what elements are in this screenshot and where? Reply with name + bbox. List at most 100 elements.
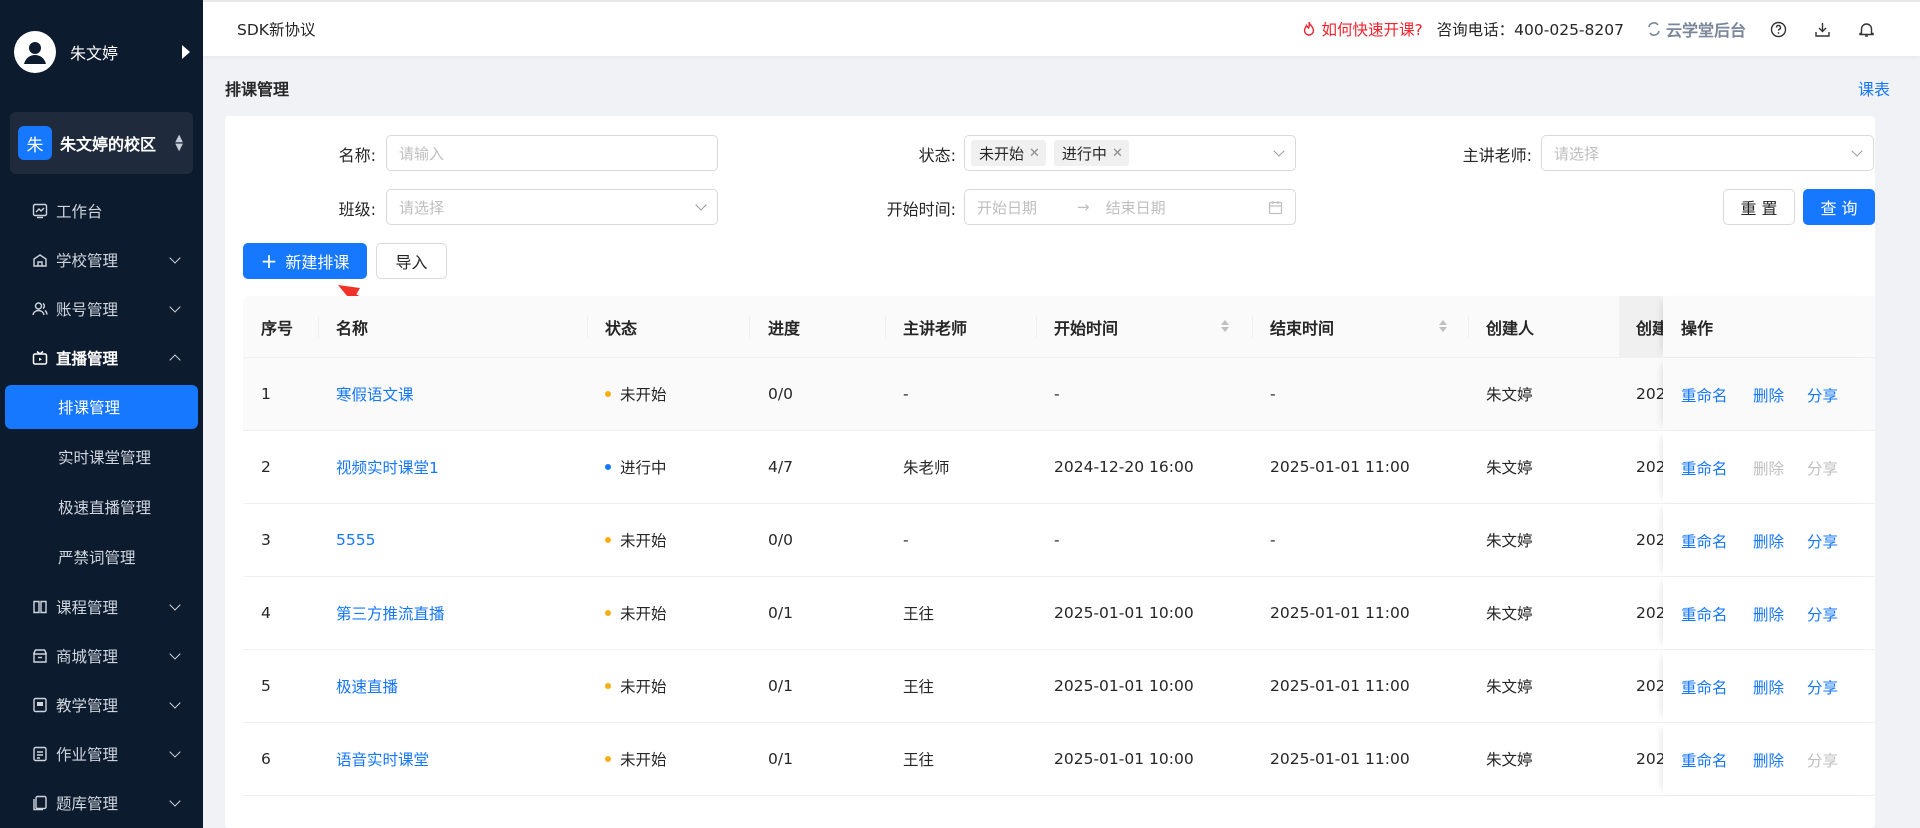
name-input[interactable]: 请输入 <box>386 135 718 171</box>
row-teacher: 朱老师 <box>903 459 950 477</box>
close-icon[interactable]: ✕ <box>1112 146 1123 161</box>
rename-button[interactable]: 重命名 <box>1681 603 1728 625</box>
share-button[interactable]: 分享 <box>1807 457 1838 479</box>
row-creator: 朱文婷 <box>1486 605 1533 623</box>
row-name-link[interactable]: 寒假语文课 <box>336 383 414 405</box>
sidebar: 朱文婷 朱 朱文婷的校区 ▲ ▼ 工作台 学校管理 账号管理 直播管理 排课管理… <box>0 0 203 828</box>
row-end-time: 2025-01-01 11:00 <box>1270 604 1410 622</box>
sort-icon[interactable] <box>1439 320 1447 332</box>
chevron-down-icon <box>169 745 181 758</box>
dashboard-icon <box>32 203 48 219</box>
query-button[interactable]: 查 询 <box>1803 189 1875 225</box>
row-name-link[interactable]: 极速直播 <box>336 675 398 697</box>
row-created: 2024 <box>1636 750 1663 768</box>
sidebar-item-banned-words[interactable]: 严禁词管理 <box>0 532 203 582</box>
rename-button[interactable]: 重命名 <box>1681 530 1728 552</box>
user-profile[interactable]: 朱文婷 <box>14 30 194 74</box>
row-status: 进行中 <box>605 456 667 478</box>
share-button[interactable]: 分享 <box>1807 384 1838 406</box>
status-tag-not-started: 未开始 ✕ <box>971 140 1046 166</box>
import-button[interactable]: 导入 <box>376 243 447 279</box>
delete-button[interactable]: 删除 <box>1753 749 1784 771</box>
start-time-label: 开始时间: <box>886 200 956 219</box>
schedule-link[interactable]: 课表 <box>1858 76 1890 100</box>
row-name-link[interactable]: 语音实时课堂 <box>336 748 429 770</box>
account-icon <box>32 301 48 317</box>
class-select[interactable]: 请选择 <box>386 189 718 225</box>
sidebar-item-realtime-class[interactable]: 实时课堂管理 <box>0 432 203 482</box>
row-no: 2 <box>261 458 271 476</box>
sidebar-item-question-bank[interactable]: 题库管理 <box>0 778 203 827</box>
close-icon[interactable]: ✕ <box>1029 146 1040 161</box>
delete-button[interactable]: 删除 <box>1753 457 1784 479</box>
delete-button[interactable]: 删除 <box>1753 384 1784 406</box>
chevron-down-icon <box>1851 145 1863 157</box>
sidebar-item-schedule[interactable]: 排课管理 <box>5 385 198 429</box>
share-button[interactable]: 分享 <box>1807 749 1838 771</box>
col-status: 状态 <box>605 318 638 338</box>
col-start-time[interactable]: 开始时间 <box>1054 315 1118 339</box>
reset-button[interactable]: 重 置 <box>1723 189 1795 225</box>
rename-button[interactable]: 重命名 <box>1681 384 1728 406</box>
sidebar-menu: 工作台 学校管理 账号管理 直播管理 排课管理 实时课堂管理 极速直播管理 严禁… <box>0 186 203 827</box>
date-range-picker[interactable]: 开始日期 → 结束日期 <box>964 189 1296 225</box>
download-icon[interactable] <box>1810 17 1834 41</box>
share-button[interactable]: 分享 <box>1807 676 1838 698</box>
delete-button[interactable]: 删除 <box>1753 530 1784 552</box>
chevron-down-icon <box>169 300 181 313</box>
arrow-right-icon: → <box>1077 198 1090 216</box>
quick-start-link[interactable]: 如何快速开课? <box>1302 18 1423 40</box>
row-teacher: - <box>903 385 909 403</box>
sidebar-item-account[interactable]: 账号管理 <box>0 284 203 333</box>
teacher-select[interactable]: 请选择 <box>1541 135 1874 171</box>
sidebar-item-live[interactable]: 直播管理 <box>0 333 203 382</box>
rename-button[interactable]: 重命名 <box>1681 676 1728 698</box>
row-start-time: 2025-01-01 10:00 <box>1054 677 1194 695</box>
brand-switch[interactable]: 云学堂后台 <box>1646 17 1746 41</box>
rename-button[interactable]: 重命名 <box>1681 457 1728 479</box>
col-progress: 进度 <box>768 318 801 338</box>
col-created: 创建 <box>1636 318 1663 338</box>
rename-button[interactable]: 重命名 <box>1681 749 1728 771</box>
delete-button[interactable]: 删除 <box>1753 603 1784 625</box>
help-icon[interactable] <box>1766 17 1790 41</box>
row-status: 未开始 <box>605 602 667 624</box>
bell-icon[interactable] <box>1854 17 1878 41</box>
delete-button[interactable]: 删除 <box>1753 676 1784 698</box>
col-name: 名称 <box>336 318 369 338</box>
row-end-time: 2025-01-01 11:00 <box>1270 750 1410 768</box>
campus-name: 朱文婷的校区 <box>60 135 157 154</box>
end-date-input[interactable]: 结束日期 <box>1106 197 1166 218</box>
chevron-down-icon <box>169 598 181 611</box>
status-select[interactable]: 未开始 ✕ 进行中 ✕ <box>964 135 1296 171</box>
new-schedule-button[interactable]: + 新建排课 <box>243 243 367 279</box>
share-button[interactable]: 分享 <box>1807 530 1838 552</box>
row-creator: 朱文婷 <box>1486 751 1533 769</box>
row-status: 未开始 <box>605 529 667 551</box>
row-end-time: 2025-01-01 11:00 <box>1270 677 1410 695</box>
caret-right-icon[interactable] <box>182 45 190 59</box>
row-end-time: - <box>1270 385 1276 403</box>
start-date-input[interactable]: 开始日期 <box>977 197 1037 218</box>
campus-switcher[interactable]: 朱 朱文婷的校区 ▲ ▼ <box>10 112 193 174</box>
row-created: 2024 <box>1636 458 1663 476</box>
row-name-link[interactable]: 第三方推流直播 <box>336 602 445 624</box>
plus-icon: + <box>260 249 278 273</box>
sidebar-item-course[interactable]: 课程管理 <box>0 582 203 631</box>
col-end-time[interactable]: 结束时间 <box>1270 315 1334 339</box>
sidebar-item-mall[interactable]: 商城管理 <box>0 631 203 680</box>
sort-icon[interactable] <box>1221 320 1229 332</box>
sidebar-item-teaching[interactable]: 教学管理 <box>0 680 203 729</box>
row-name-link[interactable]: 视频实时课堂1 <box>336 456 439 478</box>
row-status: 未开始 <box>605 383 667 405</box>
sidebar-item-fast-live[interactable]: 极速直播管理 <box>0 482 203 532</box>
status-dot-icon <box>605 755 611 762</box>
sidebar-item-workbench[interactable]: 工作台 <box>0 186 203 235</box>
sidebar-item-school[interactable]: 学校管理 <box>0 235 203 284</box>
row-creator: 朱文婷 <box>1486 386 1533 404</box>
share-button[interactable]: 分享 <box>1807 603 1838 625</box>
row-status: 未开始 <box>605 675 667 697</box>
sidebar-item-homework[interactable]: 作业管理 <box>0 729 203 778</box>
row-name-link[interactable]: 5555 <box>336 531 375 549</box>
protocol-title[interactable]: SDK新协议 <box>237 18 315 40</box>
